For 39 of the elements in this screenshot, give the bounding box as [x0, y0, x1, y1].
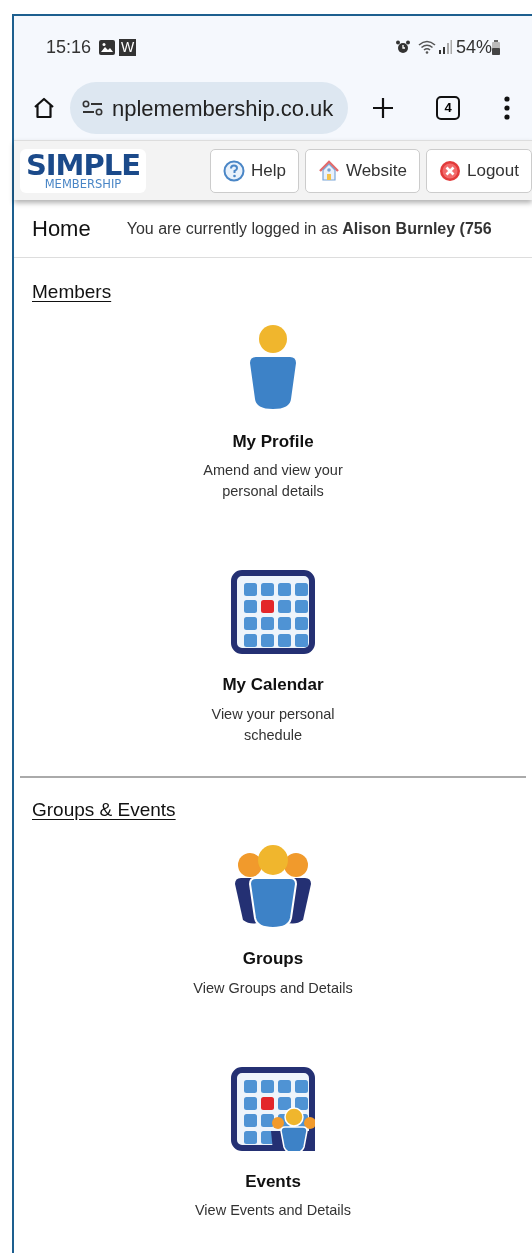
plus-icon[interactable] [372, 97, 394, 119]
image-icon [99, 39, 116, 55]
url-text: nplemembership.co.uk [112, 94, 334, 123]
signal-icon [437, 40, 452, 54]
tab-count-button[interactable]: 4 [436, 96, 460, 120]
house-icon [317, 159, 340, 182]
help-icon [222, 159, 245, 182]
tile-title-link[interactable]: Groups [242, 946, 304, 972]
help-button[interactable]: Help [209, 148, 299, 193]
logo-title: SIMPLE [25, 151, 140, 178]
wifi-icon [417, 40, 436, 54]
battery-icon [492, 39, 500, 55]
tile-title-link[interactable]: My Calendar [222, 672, 324, 698]
logo-subtitle: MEMBERSHIP [44, 177, 122, 190]
alarm-icon [395, 40, 410, 54]
notification-icon: W [119, 38, 137, 56]
tile-description: View Events and Details [193, 1201, 353, 1220]
status-time: 15:16 [46, 35, 92, 59]
tile-description: Amend and view your personal details [202, 461, 344, 501]
tile-title-link[interactable]: Events [245, 1168, 301, 1194]
logo[interactable]: SIMPLE MEMBERSHIP [20, 148, 146, 193]
person-icon [248, 324, 298, 411]
website-button[interactable]: Website [304, 148, 420, 193]
battery-percent: 54% [455, 35, 492, 59]
tile-description: View your personal schedule [210, 704, 336, 745]
address-bar[interactable]: nplemembership.co.uk [70, 82, 348, 134]
close-icon [439, 159, 461, 182]
tile-description: View Groups and Details [192, 978, 354, 998]
site-settings-icon[interactable] [82, 100, 104, 116]
home-icon[interactable] [32, 96, 56, 120]
section-heading: Members [32, 280, 112, 304]
tile-title-link[interactable]: My Profile [232, 428, 314, 454]
section-heading: Groups & Events [32, 797, 176, 822]
event-calendar-icon [231, 1066, 315, 1151]
login-status: You are currently logged in as Alison Burnley (756 [126, 218, 492, 239]
calendar-icon [231, 570, 315, 654]
logout-button[interactable]: Logout [426, 148, 532, 193]
menu-icon[interactable] [504, 96, 510, 120]
page-title: Home [32, 215, 91, 243]
